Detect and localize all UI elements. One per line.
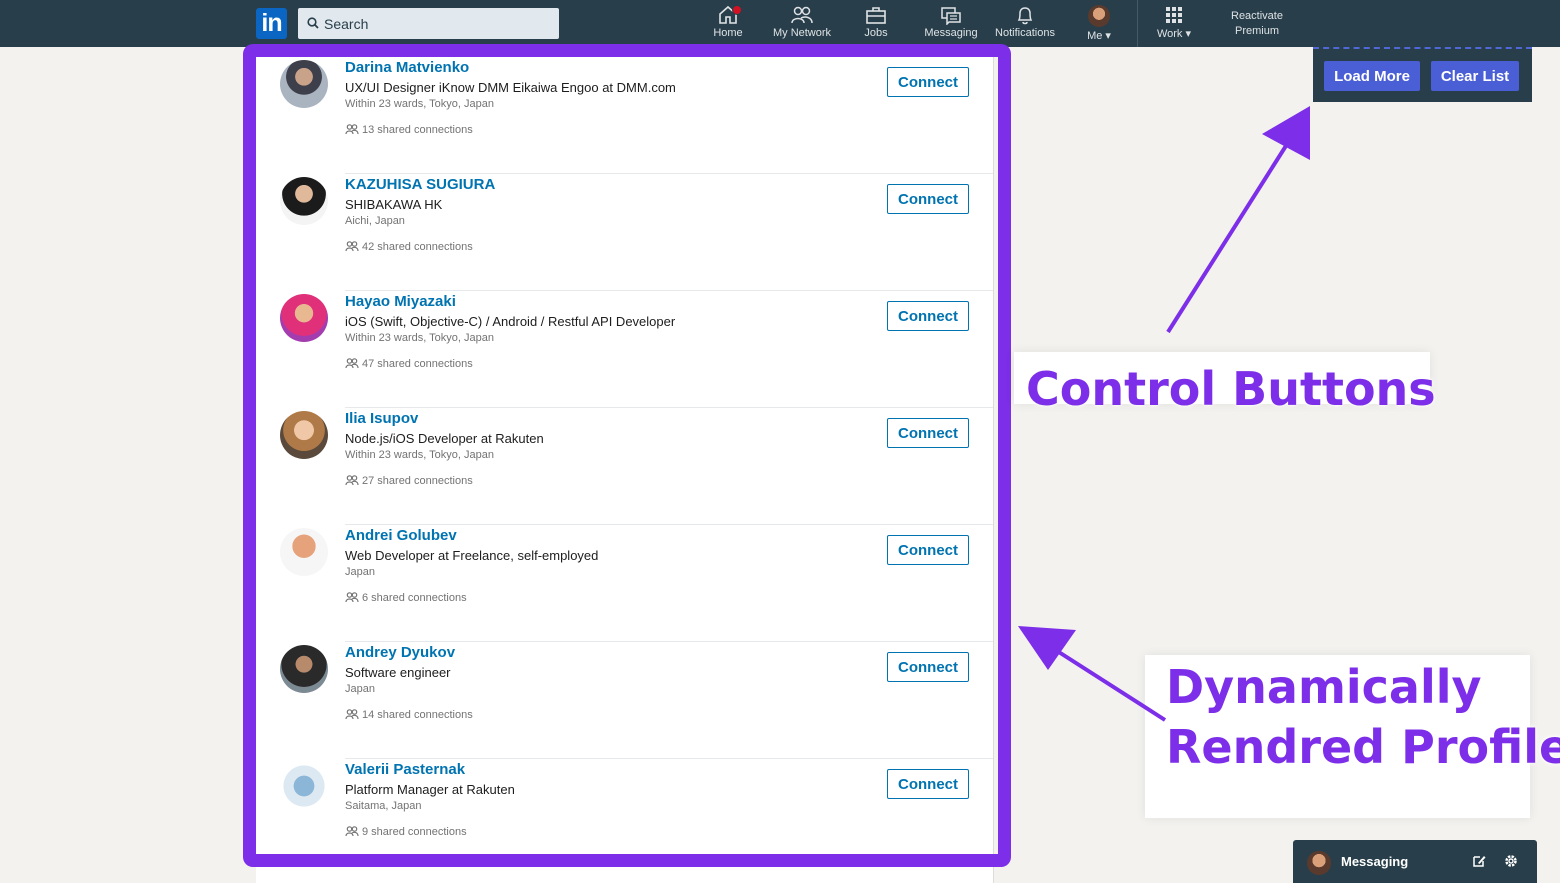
gear-icon[interactable] [1503, 853, 1519, 869]
annotation-arrows [1018, 106, 1310, 722]
messaging-dock-label: Messaging [1341, 854, 1409, 869]
arrow-to-profiles [1018, 626, 1167, 722]
messaging-dock[interactable]: Messaging [1293, 840, 1537, 883]
avatar [1307, 851, 1331, 875]
compose-icon[interactable] [1471, 853, 1487, 869]
arrow-to-control-buttons [1166, 106, 1310, 334]
